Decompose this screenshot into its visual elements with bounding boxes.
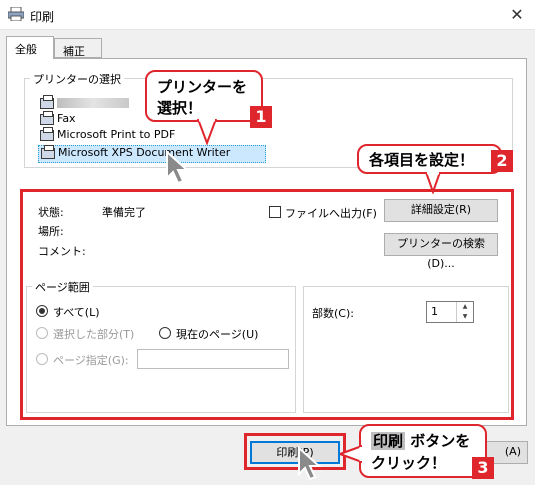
status-label: 状態: [38, 206, 64, 219]
step-badge-1: 1 [250, 106, 272, 128]
callout-highlight: 印刷 [371, 432, 406, 450]
printer-name: Microsoft XPS Document Writer [58, 146, 231, 159]
print-to-file-checkbox[interactable] [269, 206, 281, 218]
callout-text: 選択！ [157, 99, 203, 117]
location-label: 場所: [38, 225, 64, 238]
copies-value: 1 [431, 305, 438, 318]
radio-current-page-label[interactable]: 現在のページ(U) [176, 326, 258, 342]
find-printer-button[interactable]: プリンターの検索(D)... [384, 233, 498, 270]
window-title: 印刷 [30, 10, 55, 24]
printer-item-pdf[interactable]: Microsoft Print to PDF [40, 126, 176, 144]
preferences-button[interactable]: 詳細設定(R) [384, 199, 498, 222]
close-icon: ✕ [510, 5, 524, 24]
radio-all[interactable] [36, 305, 48, 317]
callout-select-printer: プリンターを 選択！ [145, 70, 263, 122]
comment-label: コメント: [38, 245, 86, 258]
copies-label: 部数(C): [312, 307, 354, 320]
mouse-cursor-icon [166, 150, 190, 185]
step-badge-3: 3 [472, 457, 494, 479]
printer-item-xps[interactable]: Microsoft XPS Document Writer [38, 144, 266, 163]
callout-line: 印刷 ボタンを [371, 430, 475, 452]
spin-down-icon[interactable]: ▼ [457, 312, 473, 322]
radio-pages[interactable] [36, 353, 48, 365]
fax-icon [40, 110, 54, 125]
tab-correction[interactable]: 補正 [54, 38, 102, 58]
step-badge-2: 2 [491, 150, 513, 172]
radio-selection[interactable] [36, 327, 48, 339]
printer-icon [40, 94, 54, 109]
printer-icon [8, 7, 24, 21]
radio-all-label[interactable]: すべて(L) [53, 304, 100, 320]
callout-text: 各項目を設定！ [369, 151, 475, 169]
printer-name: Fax [57, 112, 76, 125]
printer-icon [41, 144, 55, 159]
mouse-cursor-icon [298, 446, 322, 481]
redacted-printer-name [57, 98, 129, 108]
tab-label: 補正 [63, 45, 85, 58]
callout-text: クリック！ [371, 454, 447, 472]
print-to-file-label[interactable]: ファイルへ出力(F) [285, 205, 377, 221]
radio-pages-label[interactable]: ページ指定(G): [53, 352, 129, 368]
radio-selection-label[interactable]: 選択した部分(T) [53, 326, 134, 342]
callout-text: プリンターを [157, 78, 248, 96]
callout-pointer [196, 119, 218, 145]
printer-name: Microsoft Print to PDF [57, 128, 176, 141]
spin-up-icon[interactable]: ▲ [457, 302, 473, 312]
print-button-highlight [244, 433, 346, 470]
page-range-label: ページ範囲 [32, 279, 93, 295]
tab-general[interactable]: 全般 [6, 36, 54, 59]
callout-click-print: 印刷 ボタンを クリック！ [359, 424, 487, 478]
printer-icon [40, 126, 54, 141]
callout-pointer [424, 172, 442, 194]
pages-input[interactable] [137, 349, 289, 369]
close-button[interactable]: ✕ [505, 4, 529, 26]
callout-pointer [340, 444, 362, 464]
title-bar: 印刷 ✕ [0, 0, 535, 30]
callout-text: ボタンを [405, 432, 471, 450]
printer-group-label: プリンターの選択 [30, 71, 124, 87]
copies-spinner[interactable]: ▲ ▼ [456, 302, 473, 322]
tab-label: 全般 [15, 43, 37, 56]
radio-current-page[interactable] [159, 327, 171, 339]
callout-set-items: 各項目を設定！ [357, 144, 502, 174]
printer-item-redacted[interactable] [40, 94, 129, 112]
status-value: 準備完了 [102, 206, 146, 219]
